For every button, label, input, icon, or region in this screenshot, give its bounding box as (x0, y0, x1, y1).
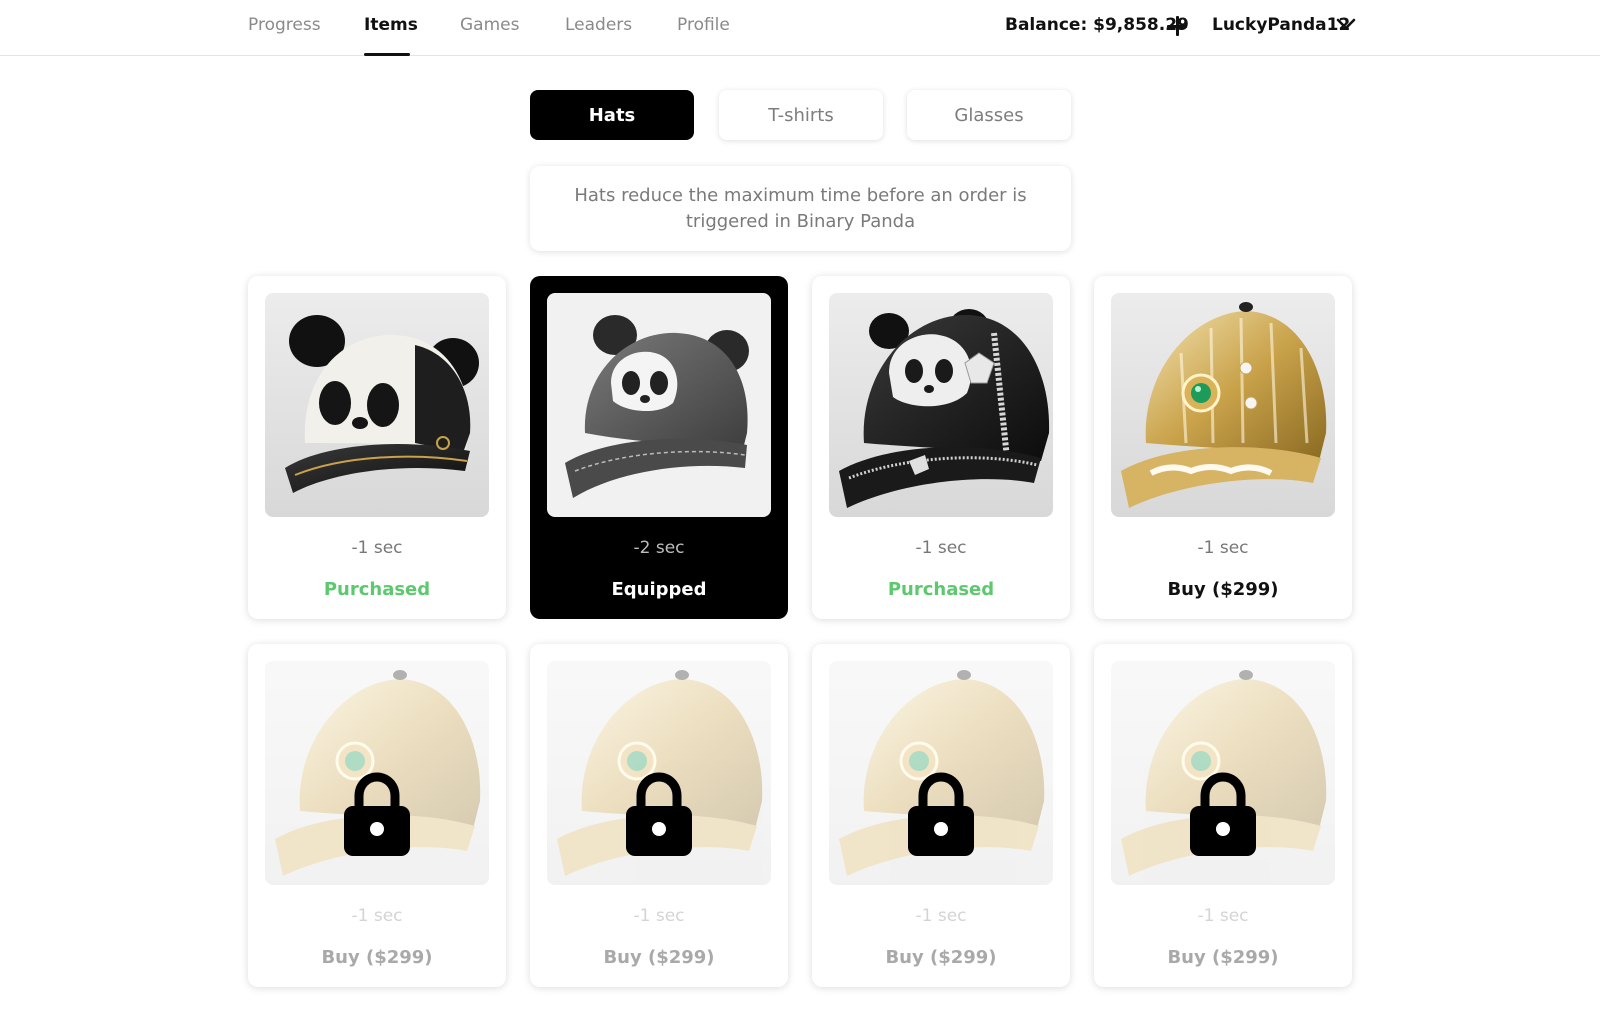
lock-icon (626, 772, 692, 856)
hat-item-card[interactable]: -2 sec Equipped (530, 276, 788, 619)
time-reduction: -1 sec (351, 906, 403, 926)
gold-ornate-cap-image (1111, 293, 1335, 517)
tab-hats[interactable]: Hats (530, 90, 694, 140)
balance-display: Balance: $9,858.29 (1005, 15, 1189, 35)
chevron-down-icon[interactable] (1335, 13, 1357, 35)
username-menu[interactable]: LuckyPanda12 (1212, 15, 1350, 35)
panda-leather-cap-image (265, 293, 489, 517)
nav-item-items[interactable]: Items (364, 15, 418, 35)
top-navigation-bar: Progress Items Games Leaders Profile Bal… (0, 0, 1600, 56)
hat-item-card-locked[interactable]: -1 sec Buy ($299) (1094, 644, 1352, 987)
hat-item-card[interactable]: -1 sec Buy ($299) (1094, 276, 1352, 619)
nav-item-progress[interactable]: Progress (248, 15, 321, 35)
tab-t-shirts[interactable]: T-shirts (719, 90, 883, 140)
time-reduction: -1 sec (1197, 906, 1249, 926)
lock-icon (1190, 772, 1256, 856)
time-reduction: -1 sec (351, 538, 403, 558)
equipped-status[interactable]: Equipped (530, 579, 788, 600)
time-reduction: -1 sec (1197, 538, 1249, 558)
buy-button[interactable]: Buy ($299) (530, 947, 788, 968)
lock-icon (344, 772, 410, 856)
purchase-status[interactable]: Purchased (812, 579, 1070, 600)
jeweled-panda-cap-image (829, 293, 1053, 517)
active-nav-underline (364, 53, 410, 56)
time-reduction: -1 sec (915, 538, 967, 558)
hat-item-card[interactable]: -1 sec Purchased (248, 276, 506, 619)
time-reduction: -1 sec (915, 906, 967, 926)
buy-button[interactable]: Buy ($299) (1094, 947, 1352, 968)
hat-item-card-locked[interactable]: -1 sec Buy ($299) (812, 644, 1070, 987)
buy-button[interactable]: Buy ($299) (1094, 579, 1352, 600)
time-reduction: -1 sec (633, 906, 685, 926)
gray-panda-cap-image (547, 293, 771, 517)
time-reduction: -2 sec (633, 538, 685, 558)
buy-button[interactable]: Buy ($299) (812, 947, 1070, 968)
buy-button[interactable]: Buy ($299) (248, 947, 506, 968)
purchase-status[interactable]: Purchased (248, 579, 506, 600)
plus-icon[interactable] (1165, 14, 1189, 38)
nav-item-profile[interactable]: Profile (677, 15, 730, 35)
nav-item-leaders[interactable]: Leaders (565, 15, 632, 35)
lock-icon (908, 772, 974, 856)
category-description: Hats reduce the maximum time before an o… (530, 166, 1071, 251)
nav-item-games[interactable]: Games (460, 15, 519, 35)
hat-item-card-locked[interactable]: -1 sec Buy ($299) (530, 644, 788, 987)
tab-glasses[interactable]: Glasses (907, 90, 1071, 140)
hat-item-card-locked[interactable]: -1 sec Buy ($299) (248, 644, 506, 987)
hat-item-card[interactable]: -1 sec Purchased (812, 276, 1070, 619)
